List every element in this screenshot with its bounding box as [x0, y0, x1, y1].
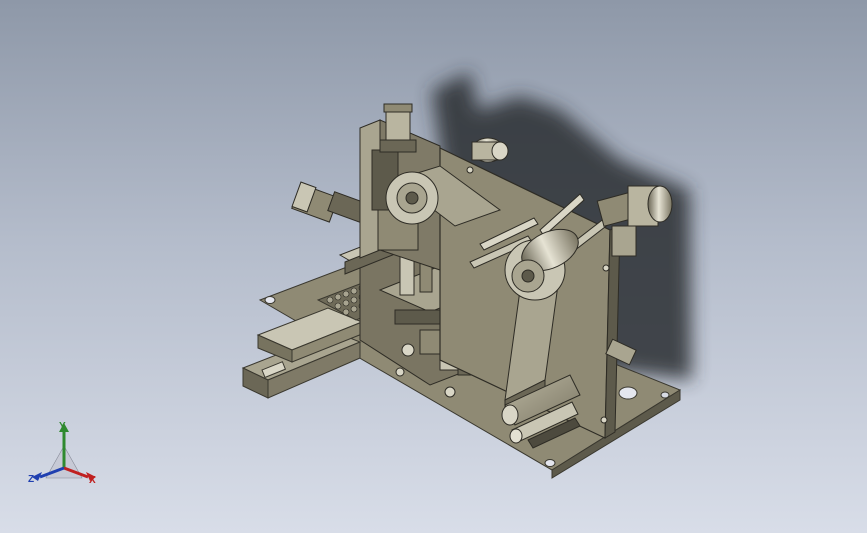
- axis-z-label: Z: [28, 474, 35, 485]
- graphics-viewport[interactable]: Y Z X: [0, 0, 867, 533]
- linear-slide: [241, 307, 364, 399]
- axis-x-label: X: [89, 475, 96, 486]
- cad-assembly-model[interactable]: [0, 0, 867, 533]
- axis-y-label: Y: [59, 421, 66, 432]
- upper-pulley: [385, 171, 439, 225]
- axis-triad: Y Z X: [26, 418, 106, 493]
